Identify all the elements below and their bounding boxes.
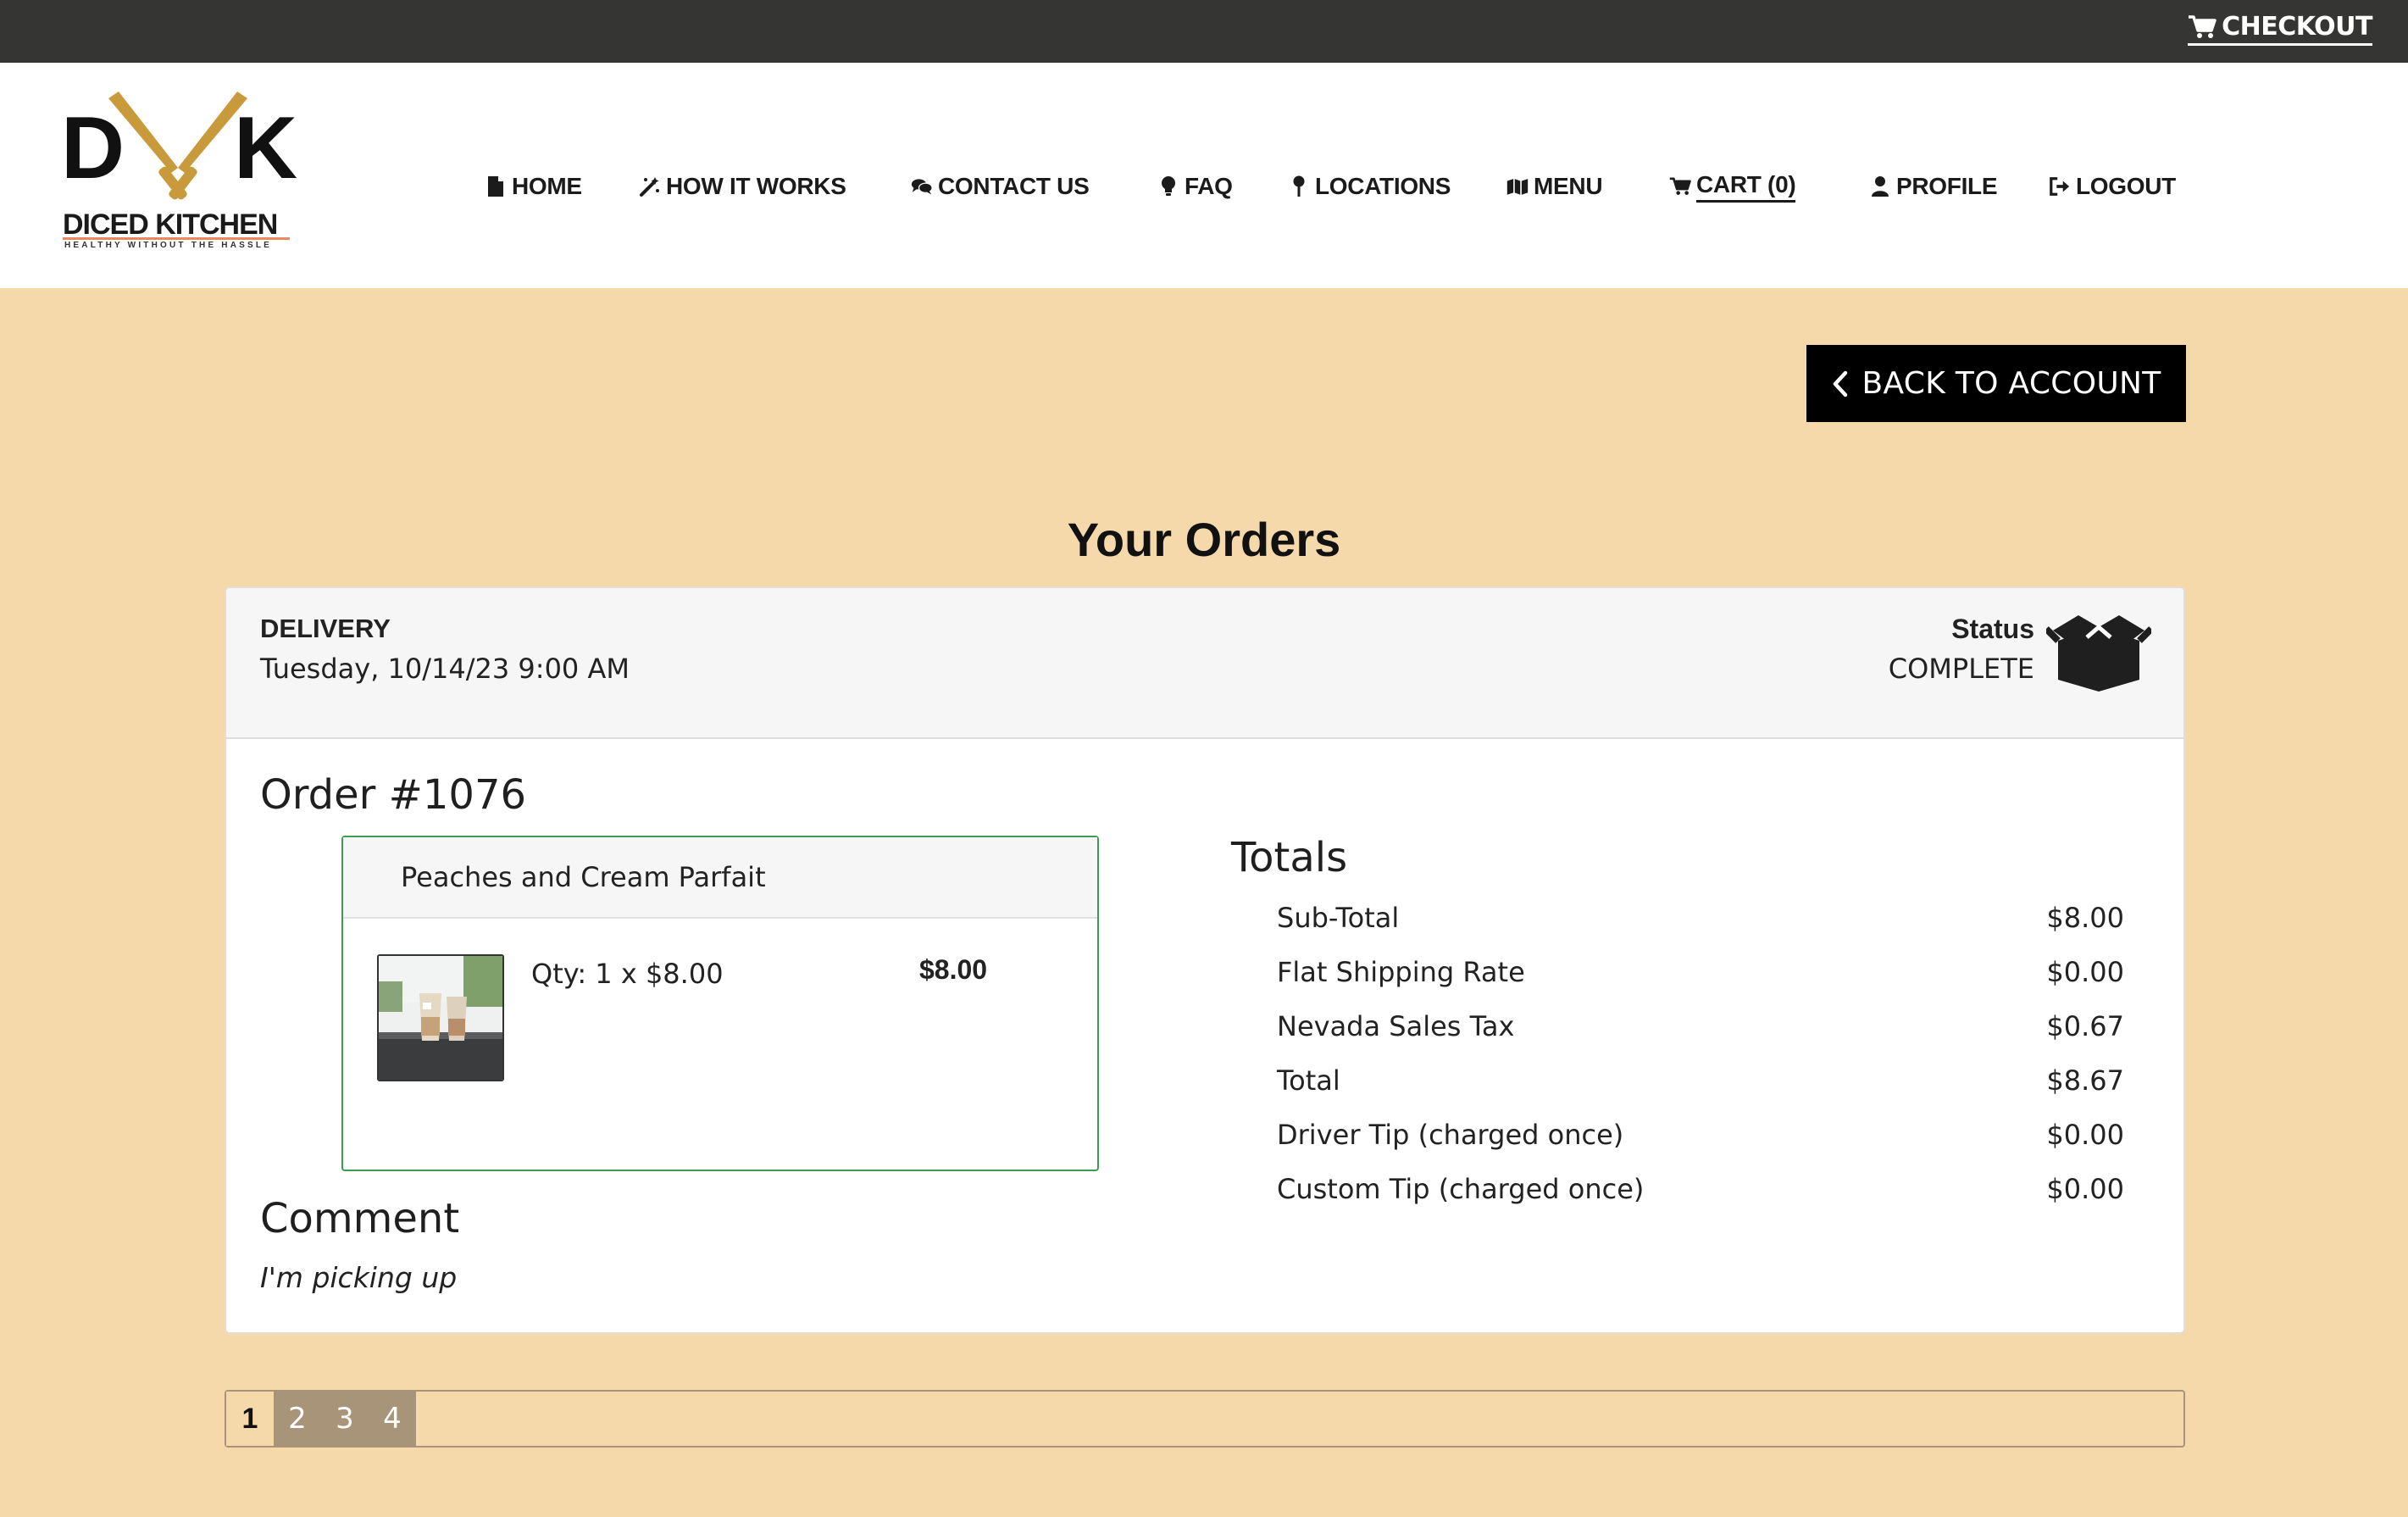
comment-heading: Comment	[260, 1195, 460, 1242]
status-value: COMPLETE	[1888, 653, 2034, 685]
nav-label: HOME	[512, 173, 582, 199]
totals-value: $0.67	[2046, 1010, 2124, 1042]
map-pin-icon	[1293, 175, 1305, 197]
nav-how-it-works[interactable]: HOW IT WORKS	[639, 151, 846, 222]
main-nav: HOME HOW IT WORKS CONTACT US FAQ LOCATIO…	[0, 151, 2408, 222]
nav-label: LOCATIONS	[1315, 173, 1451, 199]
nav-menu[interactable]: MENU	[1506, 151, 1603, 222]
totals-label: Flat Shipping Rate	[1277, 956, 1525, 988]
totals-row: Sub-Total $8.00	[1277, 902, 2124, 956]
checkout-label: CHECKOUT	[2222, 12, 2372, 42]
nav-cart[interactable]: CART (0)	[1669, 151, 1796, 222]
totals-value: $0.00	[2046, 1119, 2124, 1151]
nav-label: CART (0)	[1696, 171, 1796, 203]
chevron-left-icon	[1834, 370, 1848, 397]
nav-contact-us[interactable]: CONTACT US	[911, 151, 1090, 222]
totals-label: Custom Tip (charged once)	[1277, 1173, 1645, 1205]
nav-profile[interactable]: PROFILE	[1869, 151, 1998, 222]
nav-faq[interactable]: FAQ	[1157, 151, 1233, 222]
order-method: DELIVERY	[260, 614, 391, 643]
order-card-header: DELIVERY Tuesday, 10/14/23 9:00 AM Statu…	[226, 588, 2183, 739]
item-price: $8.00	[919, 954, 988, 985]
page-title: Your Orders	[1067, 513, 1341, 566]
back-to-account-button[interactable]: BACK TO ACCOUNT	[1806, 345, 2186, 422]
order-item: Peaches and Cream Parfait Qty: 1 x $8.00…	[341, 836, 1099, 1171]
top-bar: CHECKOUT	[0, 0, 2408, 63]
totals-heading: Totals	[1231, 834, 1348, 881]
nav-label: PROFILE	[1896, 173, 1998, 199]
back-to-account-label: BACK TO ACCOUNT	[1861, 366, 2161, 401]
user-icon	[1872, 176, 1889, 197]
page-link-3[interactable]: 3	[321, 1392, 369, 1446]
totals-value: $8.67	[2046, 1064, 2124, 1097]
comments-icon	[911, 179, 933, 195]
totals-row: Total $8.67	[1277, 1064, 2124, 1119]
totals-list: Sub-Total $8.00 Flat Shipping Rate $0.00…	[1277, 902, 2124, 1227]
page-link-1[interactable]: 1	[226, 1392, 274, 1446]
item-quantity: Qty: 1 x $8.00	[531, 958, 724, 990]
magic-wand-icon	[640, 177, 659, 197]
item-name: Peaches and Cream Parfait	[401, 861, 766, 893]
nav-label: CONTACT US	[938, 173, 1090, 199]
nav-label: HOW IT WORKS	[666, 173, 846, 199]
parfait-photo	[379, 956, 502, 1080]
nav-home[interactable]: HOME	[485, 151, 582, 222]
page-link-2[interactable]: 2	[274, 1392, 321, 1446]
order-card: DELIVERY Tuesday, 10/14/23 9:00 AM Statu…	[225, 586, 2185, 1334]
sign-out-icon	[2050, 177, 2070, 196]
totals-label: Total	[1277, 1064, 1340, 1097]
comment-text: I'm picking up	[260, 1261, 458, 1294]
totals-row: Flat Shipping Rate $0.00	[1277, 956, 2124, 1010]
pagination: 1 2 3 4	[225, 1390, 2185, 1448]
nav-label: LOGOUT	[2076, 173, 2176, 199]
totals-label: Nevada Sales Tax	[1277, 1010, 1515, 1042]
order-item-header: Peaches and Cream Parfait	[343, 837, 1097, 919]
totals-label: Sub-Total	[1277, 902, 1400, 934]
map-icon	[1506, 179, 1529, 195]
file-icon	[488, 176, 503, 197]
totals-row: Custom Tip (charged once) $0.00	[1277, 1173, 2124, 1227]
nav-label: FAQ	[1185, 173, 1233, 199]
totals-value: $0.00	[2046, 1173, 2124, 1205]
nav-label: MENU	[1534, 173, 1603, 199]
totals-label: Driver Tip (charged once)	[1277, 1119, 1624, 1151]
order-datetime: Tuesday, 10/14/23 9:00 AM	[260, 653, 630, 685]
totals-value: $0.00	[2046, 956, 2124, 988]
cart-icon	[2189, 14, 2217, 38]
site-header: D K DICED KITCHEN HEALTHY WITHOUT THE HA…	[0, 63, 2408, 288]
totals-row: Driver Tip (charged once) $0.00	[1277, 1119, 2124, 1173]
open-box-icon	[2046, 615, 2151, 692]
brand-tagline: HEALTHY WITHOUT THE HASSLE	[64, 241, 273, 250]
order-number: Order #1076	[260, 771, 527, 819]
lightbulb-icon	[1162, 176, 1175, 196]
nav-logout[interactable]: LOGOUT	[2049, 151, 2176, 222]
item-thumbnail[interactable]	[377, 954, 504, 1081]
status-label: Status	[1951, 614, 2034, 644]
checkout-link[interactable]: CHECKOUT	[2188, 12, 2372, 46]
logo-rule	[63, 237, 290, 240]
totals-value: $8.00	[2046, 902, 2124, 934]
totals-row: Nevada Sales Tax $0.67	[1277, 1010, 2124, 1064]
page-link-4[interactable]: 4	[369, 1392, 416, 1446]
cart-icon	[1669, 177, 1691, 195]
nav-locations[interactable]: LOCATIONS	[1288, 151, 1451, 222]
